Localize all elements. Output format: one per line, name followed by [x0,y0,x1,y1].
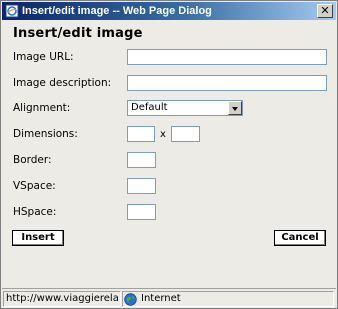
image-url-label: Image URL: [13,51,74,63]
close-icon: ✕ [320,4,330,17]
image-description-label: Image description: [13,77,112,89]
dialog-content: Insert/edit image Image URL: Image descr… [2,20,336,287]
status-bar: http://www.viaggierela Internet [2,288,336,308]
globe-icon [124,293,137,306]
alignment-label: Alignment: [13,102,71,114]
ie-page-icon [5,4,19,18]
cancel-button[interactable]: Cancel [274,230,326,246]
title-bar[interactable]: Insert/edit image -- Web Page Dialog ✕ [2,2,336,20]
alignment-select[interactable]: Default [127,100,243,116]
hspace-label: HSpace: [13,206,57,218]
border-input[interactable] [127,152,156,168]
alignment-selected-value: Default [131,102,168,113]
dimensions-separator: x [160,129,166,140]
dialog-heading: Insert/edit image [13,26,143,41]
image-description-input[interactable] [127,75,327,91]
zone-label: Internet [141,293,181,304]
height-input[interactable] [171,126,200,142]
hspace-input[interactable] [127,204,156,220]
vspace-label: VSpace: [13,180,56,192]
dialog-window: Insert/edit image -- Web Page Dialog ✕ I… [0,0,338,309]
chevron-down-icon[interactable] [228,101,242,115]
window-title: Insert/edit image -- Web Page Dialog [22,5,212,17]
vspace-input[interactable] [127,178,156,194]
dimensions-label: Dimensions: [13,128,78,140]
insert-button[interactable]: Insert [12,230,64,246]
status-zone: Internet [122,291,334,307]
close-button[interactable]: ✕ [317,4,333,18]
image-url-input[interactable] [127,49,327,65]
width-input[interactable] [127,126,155,142]
status-url: http://www.viaggierela [3,291,121,307]
border-label: Border: [13,154,52,166]
